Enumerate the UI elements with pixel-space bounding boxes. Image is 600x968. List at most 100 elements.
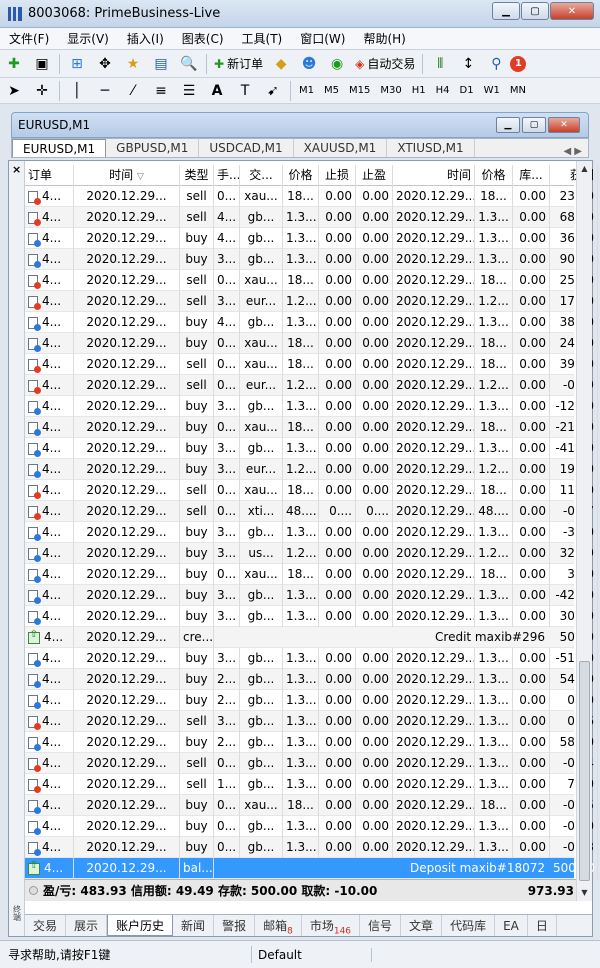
col-header-swap[interactable]: 库... [513, 165, 550, 186]
table-row[interactable]: 4... 2020.12.29... buy 2... gb... 1.3... 0.00 0… [25, 669, 598, 690]
table-row[interactable]: 4... 2020.12.29... buy 3... gb... 1.3... 0.00 0… [25, 522, 598, 543]
scroll-down-icon[interactable]: ▼ [577, 885, 592, 901]
text-icon[interactable]: A [206, 81, 228, 101]
chart-tab-usdcad[interactable]: USDCAD,M1 [199, 139, 294, 157]
table-row[interactable]: 4... 2020.12.29... buy 0... xau... 18... 0.00 0… [25, 795, 598, 816]
strategy-tester-icon[interactable]: 🔍 [178, 54, 200, 74]
table-row[interactable]: 4... 2020.12.29... buy 0... gb... 1.3... 0.00 0… [25, 837, 598, 858]
menu-insert[interactable]: 插入(I) [118, 30, 173, 47]
table-row[interactable]: 4... 2020.12.29... buy 3... eur... 1.2... 0.00… [25, 459, 598, 480]
table-row[interactable]: 4... 2020.12.29... buy 3... gb... 1.3... 0.00 0… [25, 585, 598, 606]
crosshair-icon[interactable]: ✛ [31, 81, 53, 101]
chart-close-button[interactable]: ✕ [548, 117, 580, 133]
chart-tab-eurusd[interactable]: EURUSD,M1 [12, 139, 107, 157]
text-label-icon[interactable]: T [234, 81, 256, 101]
community-icon[interactable]: ☻ [298, 54, 320, 74]
minimize-button[interactable]: ▁ [492, 2, 520, 20]
scroll-thumb[interactable] [579, 661, 590, 881]
table-row[interactable]: 4... 2020.12.29... sell 0... xau... 18... 0.00… [25, 480, 598, 501]
signal-icon[interactable]: ◉ [326, 54, 348, 74]
horizontal-line-icon[interactable]: ─ [94, 81, 116, 101]
col-header-tp[interactable]: 止盈 [356, 165, 393, 186]
table-row[interactable]: 4... 2020.12.29... sell 0... xau... 18... 0.00… [25, 186, 598, 207]
table-row[interactable]: 4... 2020.12.29... sell 0... xau... 18... 0.00… [25, 354, 598, 375]
arrows-icon[interactable]: ➹ [262, 81, 284, 101]
table-row[interactable]: 4... 2020.12.29... buy 3... gb... 1.3... 0.00 0… [25, 249, 598, 270]
col-header-time[interactable]: 时间 ▽ [74, 165, 180, 186]
table-row[interactable]: 4... 2020.12.29... buy 3... us... 1.2... 0.00 0… [25, 543, 598, 564]
navigator-icon[interactable]: ★ [122, 54, 144, 74]
close-button[interactable]: ✕ [550, 2, 594, 20]
timeframe-m15[interactable]: M15 [344, 81, 375, 101]
timeframe-m1[interactable]: M1 [294, 81, 319, 101]
terminal-tab[interactable]: 市场146 [302, 915, 361, 936]
notification-badge[interactable]: 1 [510, 55, 527, 72]
terminal-icon[interactable]: ▤ [150, 54, 172, 74]
col-header-lots[interactable]: 手... [214, 165, 240, 186]
table-row[interactable]: 4... 2020.12.29... buy 4... gb... 1.3... 0.00 0… [25, 312, 598, 333]
col-header-price[interactable]: 价格 [283, 165, 319, 186]
terminal-tab[interactable]: 日 [528, 915, 557, 936]
table-row[interactable]: 4...2020.12.29...cre...Credit maxib#2965… [25, 627, 598, 648]
terminal-tab[interactable]: 信号 [360, 915, 402, 936]
equidistant-channel-icon[interactable]: ≡ [150, 81, 172, 101]
chart-tab-xauusd[interactable]: XAUUSD,M1 [294, 139, 388, 157]
trendline-icon[interactable]: ⁄ [122, 81, 144, 101]
chart-tabs-scroll-icon[interactable]: ◀ ▶ [563, 146, 582, 157]
menu-window[interactable]: 窗口(W) [291, 30, 354, 47]
terminal-tab[interactable]: 新闻 [173, 915, 215, 936]
col-header-order[interactable]: 订单 [25, 165, 74, 186]
metaeditor-icon[interactable]: ◆ [270, 54, 292, 74]
table-row[interactable]: 4... 2020.12.29... sell 0... xau... 18... 0.00… [25, 270, 598, 291]
chart-tab-gbpusd[interactable]: GBPUSD,M1 [106, 139, 200, 157]
terminal-close-icon[interactable]: × [12, 163, 21, 176]
table-row[interactable]: 4... 2020.12.29... buy 3... gb... 1.3... 0.00 0… [25, 606, 598, 627]
new-chart-icon[interactable]: ✚ [3, 54, 25, 74]
col-header-close-time[interactable]: 时间 [393, 165, 475, 186]
cursor-icon[interactable]: ➤ [3, 81, 25, 101]
timeframe-m5[interactable]: M5 [319, 81, 344, 101]
col-header-sl[interactable]: 止损 [319, 165, 356, 186]
menu-help[interactable]: 帮助(H) [354, 30, 414, 47]
timeframe-d1[interactable]: D1 [455, 81, 479, 101]
chart-tab-xtiusd[interactable]: XTIUSD,M1 [387, 139, 475, 157]
table-row[interactable]: 4...2020.12.29...bal... Deposit maxib#180… [25, 858, 598, 879]
table-row[interactable]: 4... 2020.12.29... sell 0... eur... 1.2... 0.0… [25, 375, 598, 396]
menu-view[interactable]: 显示(V) [58, 30, 118, 47]
table-row[interactable]: 4... 2020.12.29... sell 0... gb... 1.3... 0.00… [25, 753, 598, 774]
terminal-tab[interactable]: 交易 [25, 915, 67, 936]
table-row[interactable]: 4... 2020.12.29... sell 0... xti... 48.... 0..… [25, 501, 598, 522]
search-icon[interactable]: ⚲ [485, 54, 507, 74]
timeframe-m30[interactable]: M30 [375, 81, 406, 101]
timeframe-h1[interactable]: H1 [407, 81, 431, 101]
menu-tools[interactable]: 工具(T) [233, 30, 292, 47]
menu-charts[interactable]: 图表(C) [173, 30, 233, 47]
scroll-up-icon[interactable]: ▲ [577, 161, 592, 177]
table-row[interactable]: 4... 2020.12.29... buy 2... gb... 1.3... 0.00 0… [25, 732, 598, 753]
vertical-line-icon[interactable]: │ [66, 81, 88, 101]
table-row[interactable]: 4... 2020.12.29... buy 0... xau... 18... 0.00 0… [25, 333, 598, 354]
menu-file[interactable]: 文件(F) [0, 30, 58, 47]
profiles-icon[interactable]: ▣ [31, 54, 53, 74]
terminal-tab[interactable]: 代码库 [442, 915, 496, 936]
table-row[interactable]: 4... 2020.12.29... sell 1... gb... 1.3... 0.00… [25, 774, 598, 795]
table-row[interactable]: 4... 2020.12.29... buy 3... gb... 1.3... 0.00 0… [25, 648, 598, 669]
terminal-tab[interactable]: 展示 [66, 915, 108, 936]
table-row[interactable]: 4... 2020.12.29... buy 0... xau... 18... 0.00 0… [25, 564, 598, 585]
terminal-tab[interactable]: 文章 [401, 915, 443, 936]
market-watch-icon[interactable]: ⊞ [66, 54, 88, 74]
chart-maximize-button[interactable]: ▢ [522, 117, 546, 133]
timeframe-mn[interactable]: MN [505, 81, 531, 101]
terminal-tab[interactable]: 邮箱8 [255, 915, 302, 936]
fibonacci-icon[interactable]: ☰ [178, 81, 200, 101]
status-profile[interactable]: Default [252, 947, 372, 962]
chart-minimize-button[interactable]: ▁ [496, 117, 520, 133]
table-row[interactable]: 4... 2020.12.29... buy 2... gb... 1.3... 0.00 0… [25, 690, 598, 711]
cursor-crosshair-icon[interactable]: ↕ [457, 54, 479, 74]
table-row[interactable]: 4... 2020.12.29... buy 3... gb... 1.3... 0.00 0… [25, 396, 598, 417]
table-row[interactable]: 4... 2020.12.29... buy 4... gb... 1.3... 0.00 0… [25, 228, 598, 249]
table-row[interactable]: 4... 2020.12.29... buy 3... gb... 1.3... 0.00 0… [25, 438, 598, 459]
table-row[interactable]: 4... 2020.12.29... sell 4... gb... 1.3... 0.00… [25, 207, 598, 228]
col-header-type[interactable]: 类型 [180, 165, 214, 186]
data-window-icon[interactable]: ✥ [94, 54, 116, 74]
